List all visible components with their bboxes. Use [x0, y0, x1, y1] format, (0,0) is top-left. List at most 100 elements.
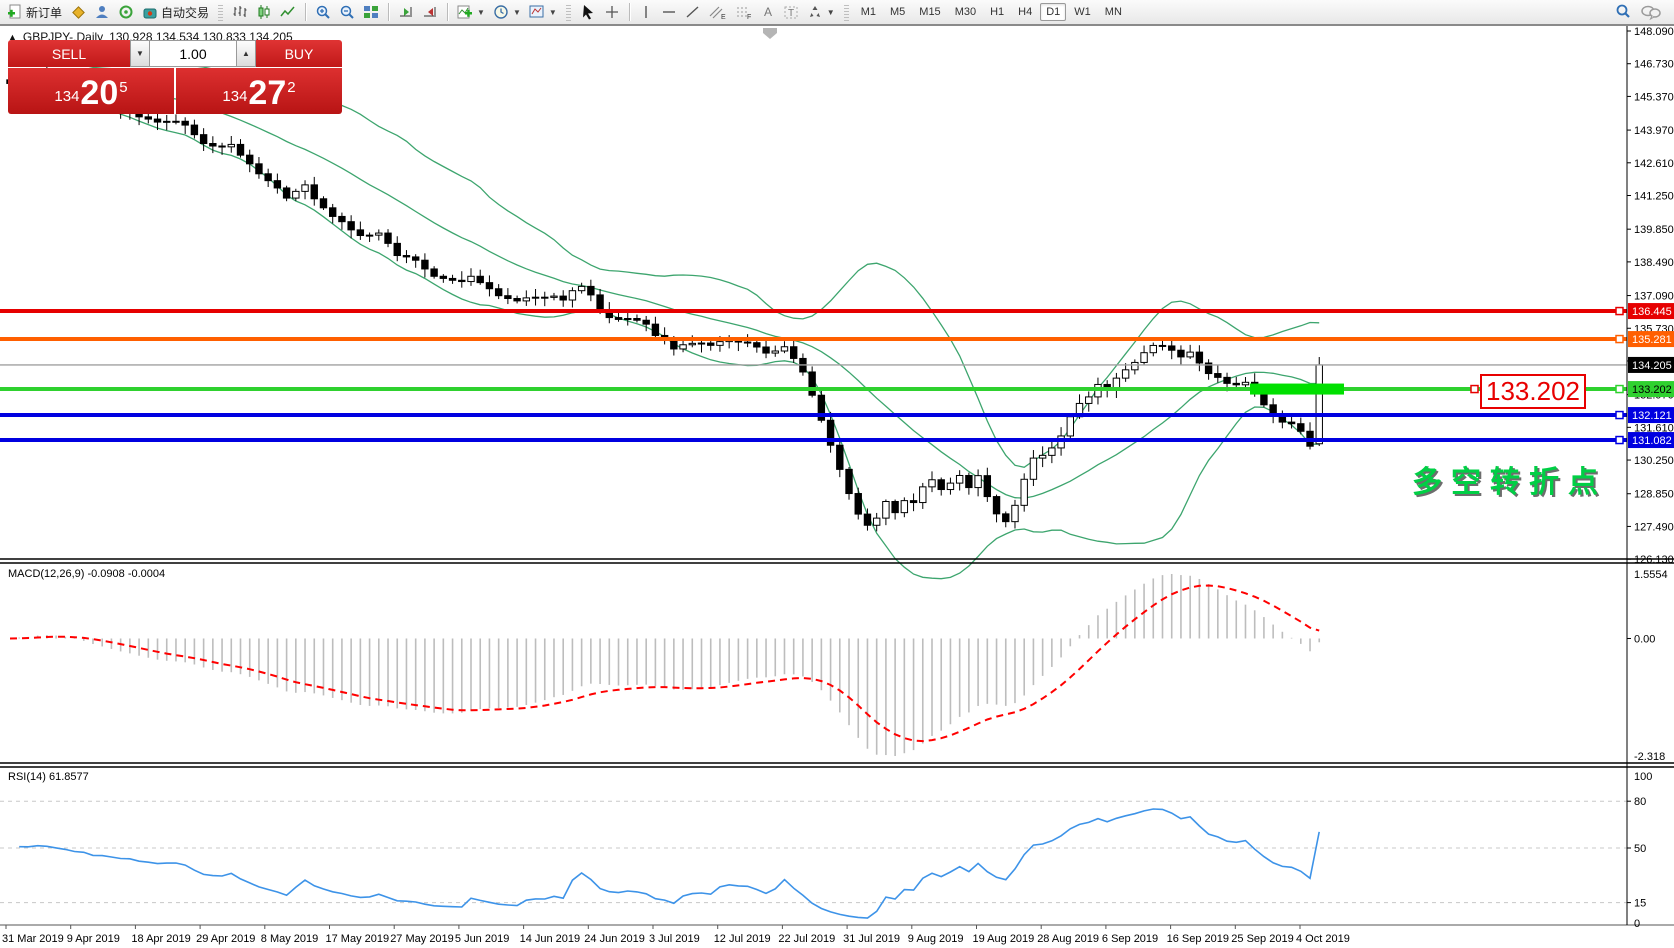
- signals-button[interactable]: [114, 3, 138, 21]
- timeframe-h1[interactable]: H1: [984, 3, 1010, 21]
- volume-up-button[interactable]: ▲: [236, 40, 256, 67]
- label-icon: T: [783, 4, 799, 20]
- cursor-button[interactable]: [576, 3, 600, 21]
- candle-body: [1067, 417, 1073, 436]
- toolbar-grip-2[interactable]: [566, 3, 571, 21]
- trendline-icon: [685, 4, 701, 20]
- price-tick-label: 126.130: [1634, 554, 1674, 566]
- candle-body: [145, 117, 151, 119]
- search-button[interactable]: [1610, 3, 1636, 21]
- candle-body: [966, 475, 972, 487]
- chat-button[interactable]: [1636, 3, 1666, 21]
- candle-body: [247, 155, 253, 164]
- date-tick-label: 9 Apr 2019: [67, 933, 120, 945]
- candle-body: [698, 343, 704, 344]
- bar-chart-button[interactable]: [228, 3, 252, 21]
- candle-body: [910, 501, 916, 503]
- candle-body: [1224, 377, 1230, 383]
- zoom-in-button[interactable]: [311, 3, 335, 21]
- candle-body: [311, 185, 317, 199]
- tile-windows-icon: [363, 4, 379, 20]
- new-order-icon: [7, 4, 23, 20]
- timeframe-m1[interactable]: M1: [855, 3, 882, 21]
- candle-body: [302, 185, 308, 192]
- buy-price-display[interactable]: 134 27 2: [176, 68, 342, 114]
- candle-body: [892, 502, 898, 513]
- label-button[interactable]: T: [779, 3, 803, 21]
- date-tick-label: 12 Jul 2019: [714, 933, 771, 945]
- price-annotation-box[interactable]: 133.202: [1480, 374, 1586, 409]
- volume-field[interactable]: 1.00: [150, 40, 236, 67]
- new-order-button[interactable]: 新订单: [3, 3, 66, 21]
- volume-down-button[interactable]: ▼: [130, 40, 150, 67]
- candle-body: [1316, 365, 1322, 444]
- candle-body: [551, 296, 557, 297]
- date-tick-label: 22 Jul 2019: [778, 933, 835, 945]
- timeframe-group: M1M5M15M30H1H4D1W1MN: [851, 0, 1132, 24]
- sell-price-prefix: 134: [54, 84, 79, 110]
- profile-icon: [94, 4, 110, 20]
- candle-body: [505, 296, 511, 299]
- chart-shift-button[interactable]: [418, 3, 442, 21]
- timeframe-m30[interactable]: M30: [949, 3, 982, 21]
- candle-chart-button[interactable]: [252, 3, 276, 21]
- market-watch-button[interactable]: [66, 3, 90, 21]
- timeframe-m5[interactable]: M5: [884, 3, 911, 21]
- timeframe-m15[interactable]: M15: [913, 3, 946, 21]
- zoom-out-button[interactable]: [335, 3, 359, 21]
- crosshair-button[interactable]: [600, 3, 624, 21]
- annotation-anchor-marker[interactable]: [1471, 386, 1478, 393]
- price-tick-label: 130.250: [1634, 455, 1674, 467]
- rsi-axis-15: 15: [1634, 898, 1646, 910]
- candle-body: [956, 475, 962, 483]
- candle-body: [929, 480, 935, 487]
- chart-autoscroll-button[interactable]: [394, 3, 418, 21]
- toolbar-grip-3[interactable]: [844, 3, 849, 21]
- sell-price-display[interactable]: 134 20 5: [8, 68, 174, 114]
- timeframe-h4[interactable]: H4: [1012, 3, 1038, 21]
- candle-body: [901, 501, 907, 513]
- candle-body: [873, 518, 879, 525]
- hline-button[interactable]: [657, 3, 681, 21]
- chart-shift-marker[interactable]: [763, 28, 777, 39]
- channel-button[interactable]: E: [705, 3, 731, 21]
- indicators-button[interactable]: ▼: [453, 3, 489, 21]
- sell-price-pip: 5: [119, 68, 127, 108]
- price-tick-label: 127.490: [1634, 521, 1674, 533]
- text-button[interactable]: A: [757, 3, 779, 21]
- sell-button[interactable]: SELL: [8, 40, 130, 67]
- toolbar-grip[interactable]: [218, 3, 223, 21]
- vline-button[interactable]: [635, 3, 657, 21]
- periods-button[interactable]: ▼: [489, 3, 525, 21]
- candle-body: [449, 278, 455, 280]
- chat-icon: [1640, 3, 1662, 21]
- templates-button[interactable]: ▼: [525, 3, 561, 21]
- turning-point-annotation[interactable]: 多空转折点: [1412, 457, 1607, 501]
- date-tick-label: 9 Aug 2019: [908, 933, 964, 945]
- candle-body: [210, 143, 216, 146]
- timeframe-w1[interactable]: W1: [1068, 3, 1097, 21]
- rsi-axis-100: 100: [1634, 771, 1652, 783]
- auto-trading-button[interactable]: 自动交易: [138, 3, 213, 21]
- date-tick-label: 3 Jul 2019: [649, 933, 700, 945]
- date-axis[interactable]: 31 Mar 20199 Apr 201918 Apr 201929 Apr 2…: [2, 925, 1350, 945]
- level-end-marker: [1616, 308, 1623, 315]
- tile-windows-button[interactable]: [359, 3, 383, 21]
- line-chart-button[interactable]: [276, 3, 300, 21]
- timeframe-d1[interactable]: D1: [1040, 3, 1066, 21]
- buy-button[interactable]: BUY: [256, 40, 342, 67]
- trendline-button[interactable]: [681, 3, 705, 21]
- timeframe-mn[interactable]: MN: [1099, 3, 1128, 21]
- candle-body: [293, 191, 299, 198]
- fibonacci-button[interactable]: F: [731, 3, 757, 21]
- text-icon: A: [761, 4, 775, 20]
- candle-body: [680, 345, 686, 349]
- highlight-bar[interactable]: [1250, 384, 1344, 395]
- candle-body: [376, 233, 382, 235]
- date-tick-label: 16 Sep 2019: [1167, 933, 1229, 945]
- profile-button[interactable]: [90, 3, 114, 21]
- price-axis[interactable]: 148.090146.730145.370143.970142.610141.2…: [1627, 26, 1674, 925]
- hline-icon: [661, 4, 677, 20]
- auto-trading-label: 自动交易: [161, 4, 209, 21]
- shapes-button[interactable]: ▼: [803, 3, 839, 21]
